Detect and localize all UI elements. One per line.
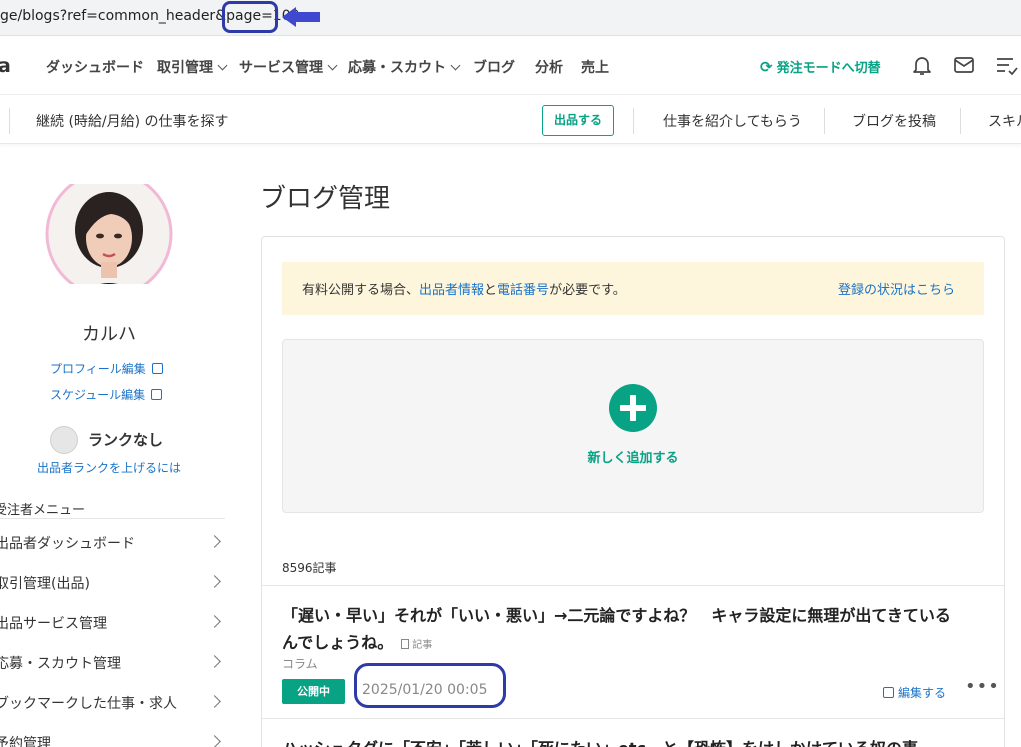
menu-item-services[interactable]: 出品サービス管理 [0,613,225,633]
introduce-job-link[interactable]: 仕事を紹介してもらう [663,111,802,131]
skill-link[interactable]: スキル [988,111,1021,131]
chevron-right-icon [208,655,221,668]
nav-applications[interactable]: 応募・スカウト [348,57,461,77]
switch-mode-button[interactable]: ⟳ 発注モードへ切替 [760,57,881,76]
phone-number-link[interactable]: 電話番号 [497,283,549,298]
status-badge: 公開中 [282,679,345,704]
annotation-arrow-icon [282,7,320,27]
avatar[interactable] [45,184,173,284]
sell-button[interactable]: 出品する [542,105,614,136]
menu-item-transactions[interactable]: 取引管理(出品) [0,573,225,593]
nav-sales[interactable]: 売上 [581,57,609,77]
registration-status-link[interactable]: 登録の状況はこちら [838,279,955,298]
site-logo[interactable]: a [0,55,11,77]
nav-transactions[interactable]: 取引管理 [157,57,228,77]
chevron-right-icon [208,695,221,708]
document-icon [401,639,410,649]
sync-icon: ⟳ [760,58,773,76]
divider [824,108,825,134]
chevron-down-icon [327,60,338,71]
more-options-icon[interactable]: ••• [965,676,1000,697]
rank-up-link[interactable]: 出品者ランクを上げるには [37,459,181,476]
nav-dashboard[interactable]: ダッシュボード [46,57,144,77]
annotation-highlight-date [354,663,506,708]
post-title[interactable]: ハッシュタグに「不安」「苦しい」「死にたい」etc…と【恐怖】をけしかけている奴… [282,735,1002,747]
divider [262,718,1004,719]
nav-blog[interactable]: ブログ [473,57,515,77]
add-new-label[interactable]: 新しく追加する [560,447,706,466]
chevron-right-icon [208,735,221,747]
nav-services[interactable]: サービス管理 [239,57,338,77]
post-title[interactable]: 「遅い・早い」それが「いい・悪い」→二元論ですよね？ キャラ設定に無理が出てきて… [282,602,962,659]
menu-title: 受注者メニュー [0,503,86,518]
mail-icon[interactable] [952,53,976,77]
chevron-down-icon [450,60,461,71]
chevron-right-icon [208,575,221,588]
article-type-tag: 記事 [401,639,432,651]
plus-icon[interactable] [609,384,657,432]
rank-badge-icon [50,426,78,454]
chevron-down-icon [217,60,228,71]
find-continuous-job-link[interactable]: 継続 (時給/月給) の仕事を探す [36,111,229,131]
menu-item-applications[interactable]: 応募・スカウト管理 [0,653,225,673]
page-title: ブログ管理 [260,184,391,214]
edit-icon [151,363,163,374]
annotation-highlight-page-param [222,1,278,33]
schedule-edit-link[interactable]: スケジュール編集 [50,386,163,403]
article-count: 8596記事 [282,561,337,575]
post-blog-link[interactable]: ブログを投稿 [852,111,936,131]
menu-item-reservations[interactable]: 予約管理 [0,733,225,747]
divider [960,108,961,134]
task-list-icon[interactable] [994,53,1018,77]
seller-info-link[interactable]: 出品者情報 [419,283,484,298]
rank-label: ランクなし [88,431,164,449]
edit-icon [151,389,163,400]
chevron-right-icon [208,615,221,628]
divider [9,108,10,134]
menu-item-bookmarks[interactable]: ブックマークした仕事・求人 [0,693,225,713]
profile-edit-link[interactable]: プロフィール編集 [50,360,163,377]
edit-icon [883,687,894,698]
divider [0,518,225,519]
menu-item-seller-dashboard[interactable]: 出品者ダッシュボード [0,533,225,553]
bell-icon[interactable] [910,53,934,77]
edit-post-link[interactable]: 編集する [883,684,946,701]
nav-analytics[interactable]: 分析 [535,57,563,77]
divider [262,585,1004,586]
chevron-right-icon [208,535,221,548]
username: カルハ [82,324,136,345]
notice-text: 有料公開する場合、出品者情報と電話番号が必要です。 [302,283,626,298]
divider [633,108,634,134]
post-category: コラム [282,657,318,671]
